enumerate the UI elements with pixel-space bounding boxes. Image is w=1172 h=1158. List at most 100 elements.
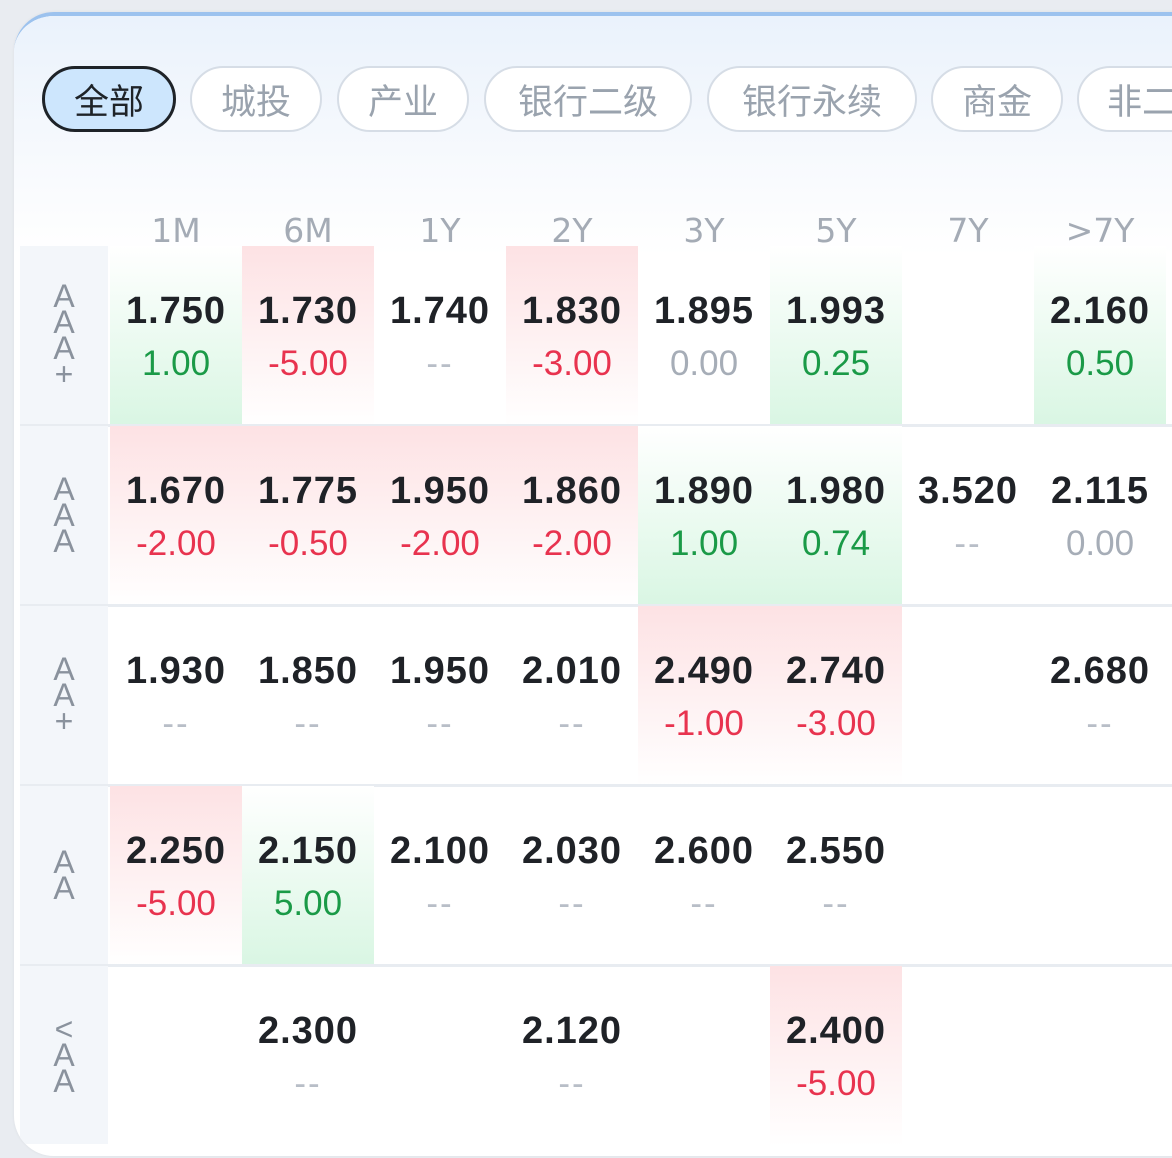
yield-cell[interactable]: 2.030 -- <box>506 786 638 966</box>
yield-change: -0.50 <box>268 524 348 563</box>
column-header: 1M <box>151 211 201 250</box>
yield-value: 1.895 <box>653 290 755 332</box>
yield-change: -- <box>558 704 586 743</box>
yield-cell[interactable]: 1.890 1.00 <box>638 426 770 606</box>
yield-value: 2.120 <box>521 1010 623 1052</box>
column-header: 1Y <box>419 211 461 250</box>
tab-all[interactable]: 全部 <box>42 66 176 132</box>
rating-text: AA <box>53 844 75 906</box>
yield-change: -- <box>426 344 454 383</box>
yield-value: 2.680 <box>1049 650 1151 692</box>
yield-cell[interactable]: 1.930 -- <box>110 606 242 786</box>
category-tab-bar: 全部 城投 产业 银行二级 银行永续 商金 非二 <box>42 66 1172 136</box>
yield-cell[interactable]: 1.730 -5.00 <box>242 246 374 426</box>
yield-value: 1.980 <box>785 470 887 512</box>
yield-cell[interactable]: 2.600 -- <box>638 786 770 966</box>
yield-value: 2.150 <box>257 830 359 872</box>
yield-value: 2.740 <box>785 650 887 692</box>
yield-change: -- <box>822 884 850 923</box>
yield-cell[interactable]: 2.740 -3.00 <box>770 606 902 786</box>
tab-commercial-finance[interactable]: 商金 <box>931 66 1063 132</box>
column-header: 3Y <box>683 211 725 250</box>
yield-cell[interactable]: 2.250 -5.00 <box>110 786 242 966</box>
yield-value: 1.730 <box>257 290 359 332</box>
yield-cell[interactable]: 1.830 -3.00 <box>506 246 638 426</box>
yield-cell[interactable]: 2.010 -- <box>506 606 638 786</box>
yield-change: -3.00 <box>796 704 876 743</box>
yield-change: -- <box>294 1064 322 1103</box>
yield-cell[interactable]: 2.300 -- <box>242 966 374 1146</box>
yield-value: 1.993 <box>785 290 887 332</box>
yield-cell[interactable]: 1.860 -2.00 <box>506 426 638 606</box>
yield-cell[interactable]: 3.520 -- <box>902 426 1034 606</box>
yield-value: 2.300 <box>257 1010 359 1052</box>
yield-value: 1.670 <box>125 470 227 512</box>
yield-change: 0.00 <box>669 344 739 383</box>
yield-value: 2.490 <box>653 650 755 692</box>
yield-change: -- <box>954 524 982 563</box>
yield-change: 0.74 <box>801 524 871 563</box>
yield-value: 2.600 <box>653 830 755 872</box>
yield-change: -- <box>690 884 718 923</box>
yield-change: -2.00 <box>532 524 612 563</box>
yield-cell[interactable]: 2.160 0.50 <box>1034 246 1166 426</box>
column-header: 2Y <box>551 211 593 250</box>
yield-value: 2.030 <box>521 830 623 872</box>
tab-bank-tier2[interactable]: 银行二级 <box>484 66 692 132</box>
tab-bank-perpetual[interactable]: 银行永续 <box>707 66 917 132</box>
yield-change: -3.00 <box>532 344 612 383</box>
yield-cell[interactable]: 2.150 5.00 <box>242 786 374 966</box>
yield-change: -- <box>558 884 586 923</box>
yield-value: 2.010 <box>521 650 623 692</box>
rating-text: AAA+ <box>53 278 75 392</box>
column-header: 6M <box>283 211 333 250</box>
yield-cell[interactable]: 1.950 -2.00 <box>374 426 506 606</box>
yield-matrix-card: 全部 城投 产业 银行二级 银行永续 商金 非二 1M 6M 1Y 2Y 3Y 5Y 7Y >… <box>14 12 1172 1156</box>
yield-change: -- <box>558 1064 586 1103</box>
rating-label: AA+ <box>20 606 108 784</box>
tab-urban-investment[interactable]: 城投 <box>190 66 322 132</box>
rating-text: AA+ <box>53 651 75 739</box>
yield-cell[interactable]: 2.400 -5.00 <box>770 966 902 1146</box>
yield-cell[interactable]: 2.680 -- <box>1034 606 1166 786</box>
yield-cell[interactable]: 2.100 -- <box>374 786 506 966</box>
yield-cell[interactable]: 2.115 0.00 <box>1034 426 1166 606</box>
yield-cell[interactable]: 1.670 -2.00 <box>110 426 242 606</box>
column-header: 5Y <box>815 211 857 250</box>
yield-cell[interactable]: 2.550 -- <box>770 786 902 966</box>
yield-cell[interactable]: 1.993 0.25 <box>770 246 902 426</box>
yield-cell[interactable]: 2.120 -- <box>506 966 638 1146</box>
yield-change: -- <box>294 704 322 743</box>
yield-change: 5.00 <box>273 884 343 923</box>
column-header: >7Y <box>1065 211 1135 250</box>
yield-value: 1.830 <box>521 290 623 332</box>
yield-change: -- <box>1086 704 1114 743</box>
rating-label: <AA <box>20 966 108 1144</box>
yield-value: 1.750 <box>125 290 227 332</box>
yield-value: 1.775 <box>257 470 359 512</box>
yield-change: -- <box>426 704 454 743</box>
yield-value: 2.100 <box>389 830 491 872</box>
rating-label: AAA+ <box>20 246 108 424</box>
rating-text: <AA <box>53 1011 75 1099</box>
yield-change: -- <box>162 704 190 743</box>
yield-value: 1.950 <box>389 650 491 692</box>
yield-cell[interactable]: 1.895 0.00 <box>638 246 770 426</box>
yield-cell[interactable]: 1.740 -- <box>374 246 506 426</box>
yield-value: 1.740 <box>389 290 491 332</box>
yield-change: -- <box>426 884 454 923</box>
tab-industrial[interactable]: 产业 <box>337 66 469 132</box>
yield-cell[interactable]: 1.750 1.00 <box>110 246 242 426</box>
yield-cell[interactable]: 1.850 -- <box>242 606 374 786</box>
tab-non-tier2[interactable]: 非二 <box>1077 66 1172 132</box>
yield-change: 0.25 <box>801 344 871 383</box>
yield-change: 0.00 <box>1065 524 1135 563</box>
yield-cell[interactable]: 1.775 -0.50 <box>242 426 374 606</box>
yield-cell[interactable]: 2.490 -1.00 <box>638 606 770 786</box>
yield-change: 1.00 <box>669 524 739 563</box>
yield-value: 1.930 <box>125 650 227 692</box>
yield-cell[interactable]: 1.950 -- <box>374 606 506 786</box>
yield-value: 2.115 <box>1051 470 1149 512</box>
yield-cell[interactable]: 1.980 0.74 <box>770 426 902 606</box>
yield-value: 1.950 <box>389 470 491 512</box>
